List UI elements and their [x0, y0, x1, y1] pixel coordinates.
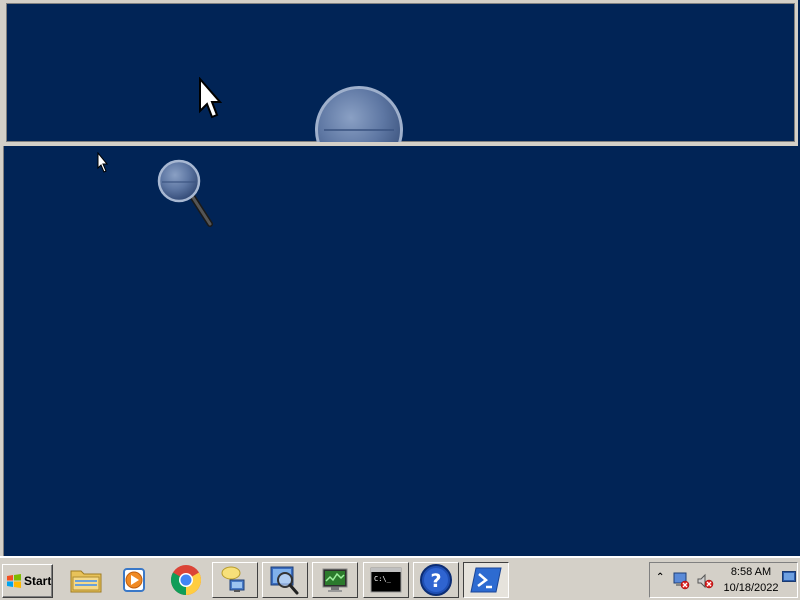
- windows-logo-icon: [7, 574, 21, 588]
- chrome-icon: [170, 565, 202, 595]
- volume-muted-icon[interactable]: [696, 572, 714, 590]
- clock-time[interactable]: 8:58 AM: [724, 566, 778, 578]
- taskbar-help-button[interactable]: ?: [413, 562, 459, 598]
- network-icon: [221, 566, 245, 592]
- taskbar-powershell-button[interactable]: [463, 562, 509, 598]
- zoomed-magnifier-icon: [315, 86, 403, 142]
- show-hidden-icons-chevron-icon[interactable]: ⌃: [656, 572, 664, 583]
- taskbar-cmd-button[interactable]: C:\_: [363, 562, 409, 598]
- cmd-icon: C:\_: [370, 567, 402, 593]
- taskbar-media-player-button[interactable]: [111, 562, 157, 598]
- system-tray: ⌃ 8:58 AM 10/18/2022: [649, 562, 798, 598]
- start-label: Start: [24, 574, 52, 588]
- zoomed-cursor-icon: [199, 77, 222, 119]
- svg-text:?: ?: [430, 570, 441, 592]
- taskbar-network-button[interactable]: [212, 562, 258, 598]
- desktop: [0, 0, 800, 600]
- taskbar-chrome-button[interactable]: [163, 562, 209, 598]
- network-warning-icon[interactable]: [672, 572, 690, 590]
- clock-date[interactable]: 10/18/2022: [720, 582, 782, 594]
- taskbar: Start C:\_ ? ⌃ 8:58 AM 10/18/2022: [0, 556, 800, 600]
- help-icon: ?: [420, 564, 452, 596]
- powershell-icon: [470, 567, 502, 593]
- taskbar-monitor-button[interactable]: [312, 562, 358, 598]
- monitor-icon: [322, 568, 348, 592]
- media-player-icon: [123, 568, 145, 592]
- magnifier-lens-view: [3, 0, 798, 146]
- taskbar-magnifier-button[interactable]: [262, 562, 308, 598]
- svg-text:C:\_: C:\_: [374, 575, 392, 583]
- folder-icon: [70, 570, 102, 593]
- taskbar-explorer-button[interactable]: [63, 562, 109, 598]
- show-desktop-icon[interactable]: [782, 571, 796, 585]
- start-button[interactable]: Start: [2, 564, 53, 598]
- magnifier-icon[interactable]: [156, 158, 218, 228]
- magnifier-taskbar-icon: [270, 566, 299, 595]
- mouse-cursor-icon: [97, 152, 109, 173]
